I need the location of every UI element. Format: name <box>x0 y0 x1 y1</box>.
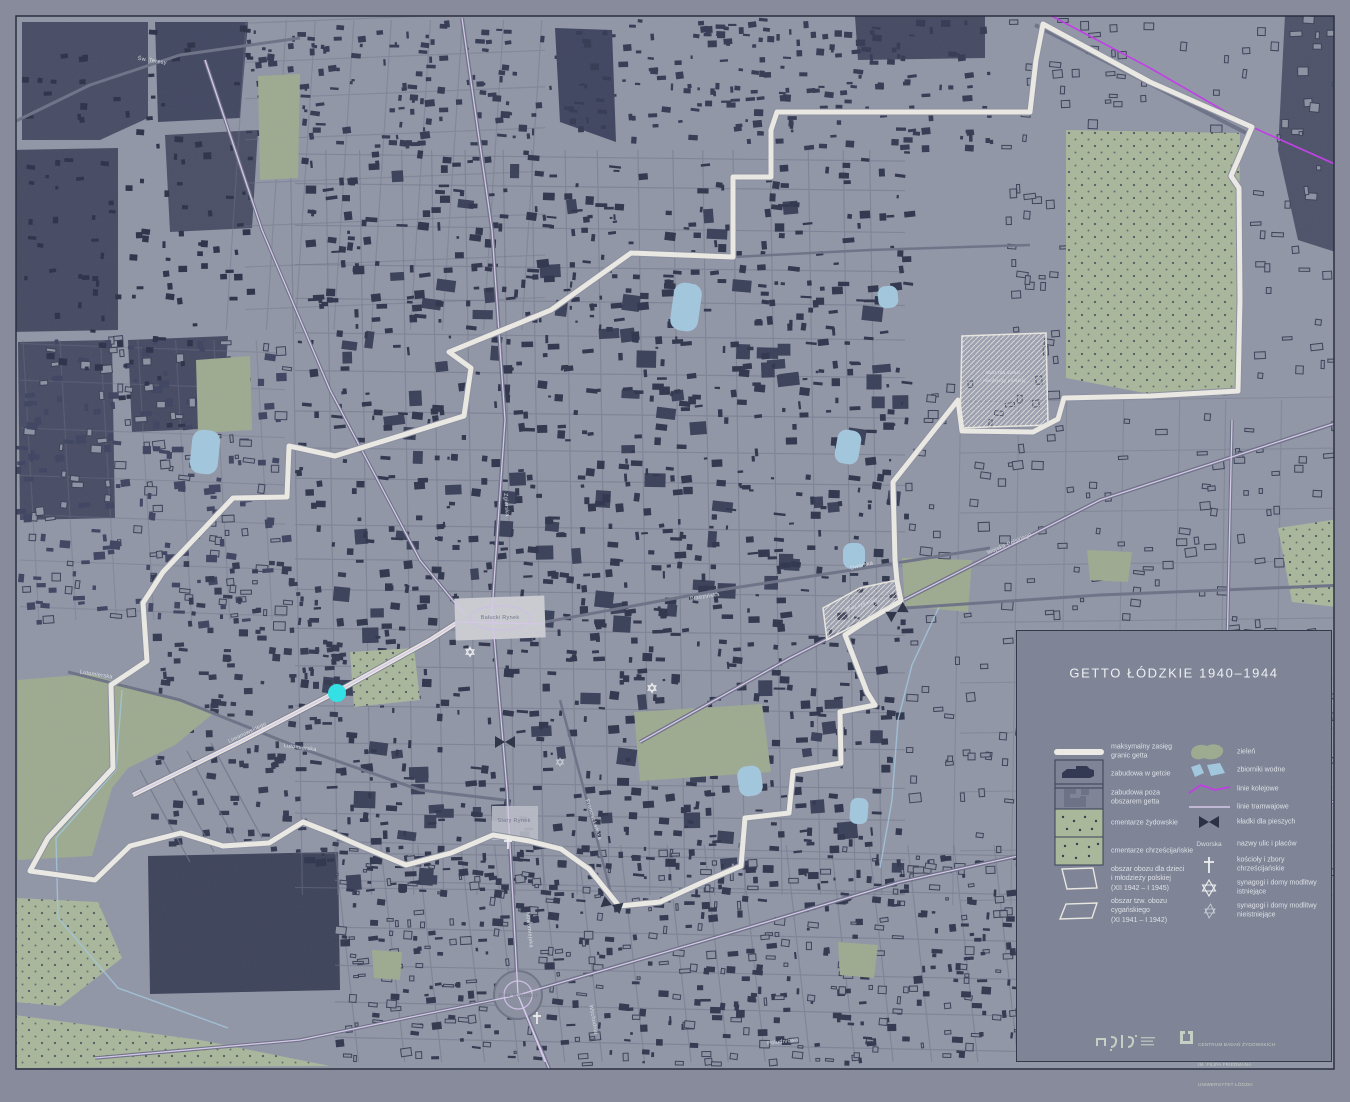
university-logo-mark <box>1179 1029 1194 1046</box>
legend-item-label: kładki dla pieszych <box>1237 817 1331 826</box>
legend-item-synagogues-former: synagogi i domy modlitwy nieistniejące <box>1017 894 1333 928</box>
university-logo-line1: CENTRUM BADAŃ ŻYDOWSKICH <box>1198 1042 1275 1049</box>
legend-logos: CENTRUM BADAŃ ŻYDOWSKICH IM. FILIPA FRIE… <box>1017 1027 1333 1059</box>
university-logo-line3: UNIWERSYTET ŁÓDZKI <box>1198 1082 1275 1089</box>
legend-panel: GETTO ŁÓDZKIE 1940–1944 maksymalny zasię… <box>1016 630 1332 1062</box>
publisher-logo <box>1095 1031 1165 1060</box>
university-logo: CENTRUM BADAŃ ŻYDOWSKICH IM. FILIPA FRIE… <box>1179 1029 1275 1102</box>
university-logo-line2: IM. FILIPA FRIEDMANA <box>1198 1062 1275 1069</box>
map-stage[interactable]: Św. TeresyLutomierskaLutomierskaLimanows… <box>0 0 1350 1085</box>
legend-title: GETTO ŁÓDZKIE 1940–1944 <box>1017 666 1331 681</box>
legend-item-label: synagogi i domy modlitwy nieistniejące <box>1237 902 1331 921</box>
synagogues-former-swatch-icon <box>1185 894 1233 928</box>
